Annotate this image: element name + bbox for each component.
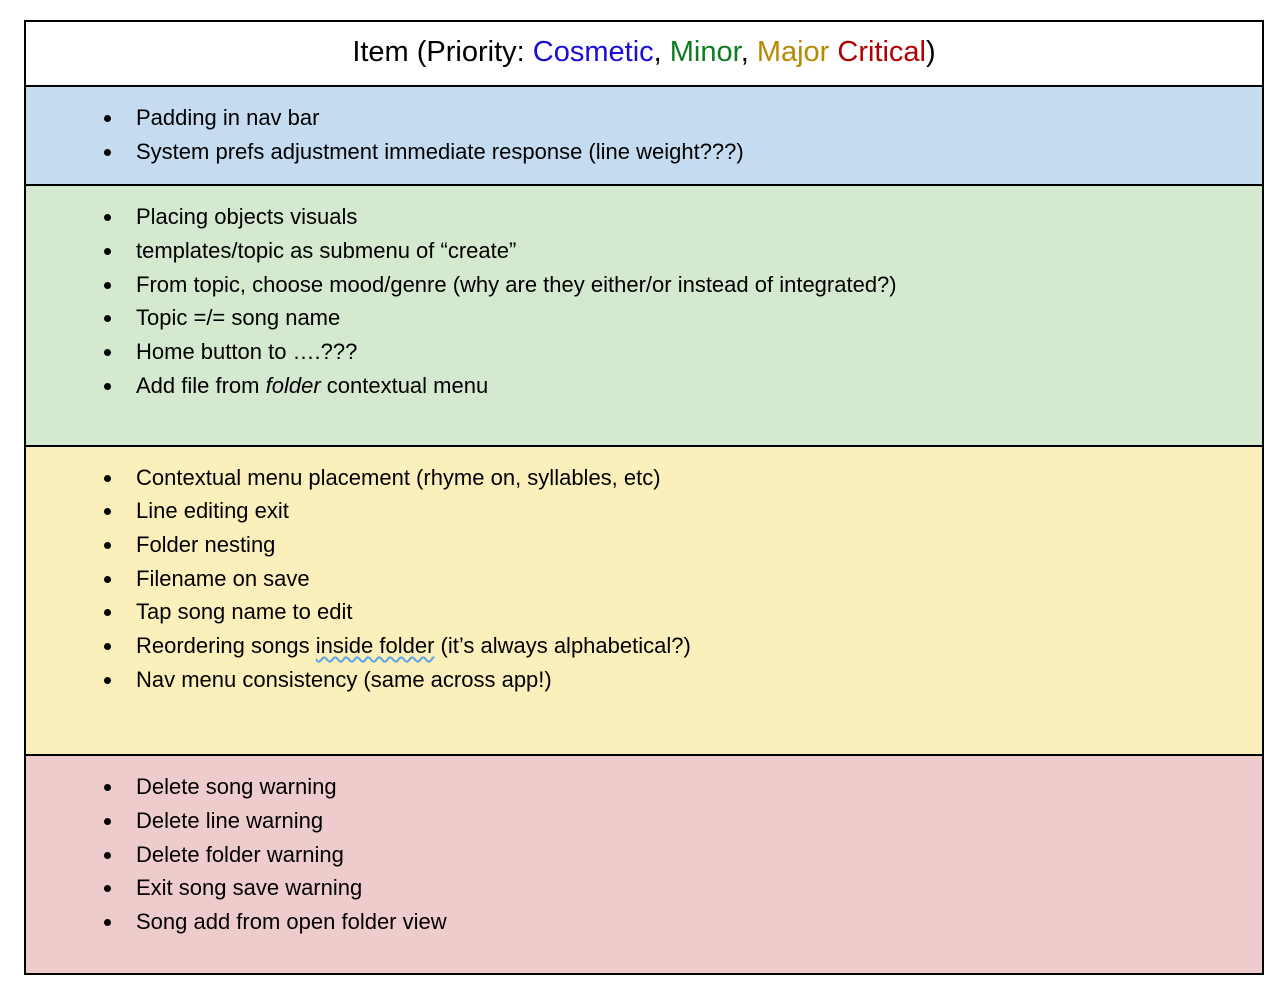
priority-label-major: Major	[757, 36, 830, 68]
list-item: Reordering songs inside folder (it’s alw…	[124, 629, 1242, 663]
list-item-text: contextual menu	[321, 373, 489, 398]
priority-label-critical: Critical	[837, 36, 926, 68]
list-item-text: (it’s always alphabetical?)	[434, 633, 690, 658]
list-item: Tap song name to edit	[124, 595, 1242, 629]
table-header: Item (Priority: Cosmetic, Minor, Major C…	[26, 22, 1262, 85]
list-item: Placing objects visuals	[124, 200, 1242, 234]
list-item-emphasis: folder	[266, 373, 321, 398]
list-item-spellcheck: inside folder	[316, 633, 435, 658]
priority-label-minor: Minor	[670, 36, 741, 68]
list-item: Home button to ….???	[124, 335, 1242, 369]
list-item: Topic =/= song name	[124, 301, 1242, 335]
list-item: Folder nesting	[124, 528, 1242, 562]
list-item: Line editing exit	[124, 494, 1242, 528]
list-item-text: Reordering songs	[136, 633, 316, 658]
section-major: Contextual menu placement (rhyme on, syl…	[26, 445, 1262, 755]
list-item: Nav menu consistency (same across app!)	[124, 663, 1242, 697]
header-prefix: Item (Priority:	[352, 36, 532, 68]
list-item-text: Add file from	[136, 373, 266, 398]
list-item: Padding in nav bar	[124, 101, 1242, 135]
list-item: Delete folder warning	[124, 838, 1242, 872]
list-item: templates/topic as submenu of “create”	[124, 234, 1242, 268]
list-item: Add file from folder contextual menu	[124, 369, 1242, 403]
list-item: Delete song warning	[124, 770, 1242, 804]
section-critical: Delete song warning Delete line warning …	[26, 754, 1262, 972]
priority-table: Item (Priority: Cosmetic, Minor, Major C…	[24, 20, 1264, 975]
list-item: Delete line warning	[124, 804, 1242, 838]
list-item: Contextual menu placement (rhyme on, syl…	[124, 461, 1242, 495]
list-item: System prefs adjustment immediate respon…	[124, 135, 1242, 169]
list-item: Song add from open folder view	[124, 905, 1242, 939]
list-item: Filename on save	[124, 562, 1242, 596]
header-sep: ,	[741, 36, 757, 68]
priority-label-cosmetic: Cosmetic	[533, 36, 654, 68]
section-minor: Placing objects visuals templates/topic …	[26, 184, 1262, 444]
header-sep: ,	[654, 36, 670, 68]
header-suffix: )	[926, 36, 936, 68]
list-item: Exit song save warning	[124, 871, 1242, 905]
section-cosmetic: Padding in nav bar System prefs adjustme…	[26, 85, 1262, 184]
list-item: From topic, choose mood/genre (why are t…	[124, 268, 1242, 302]
